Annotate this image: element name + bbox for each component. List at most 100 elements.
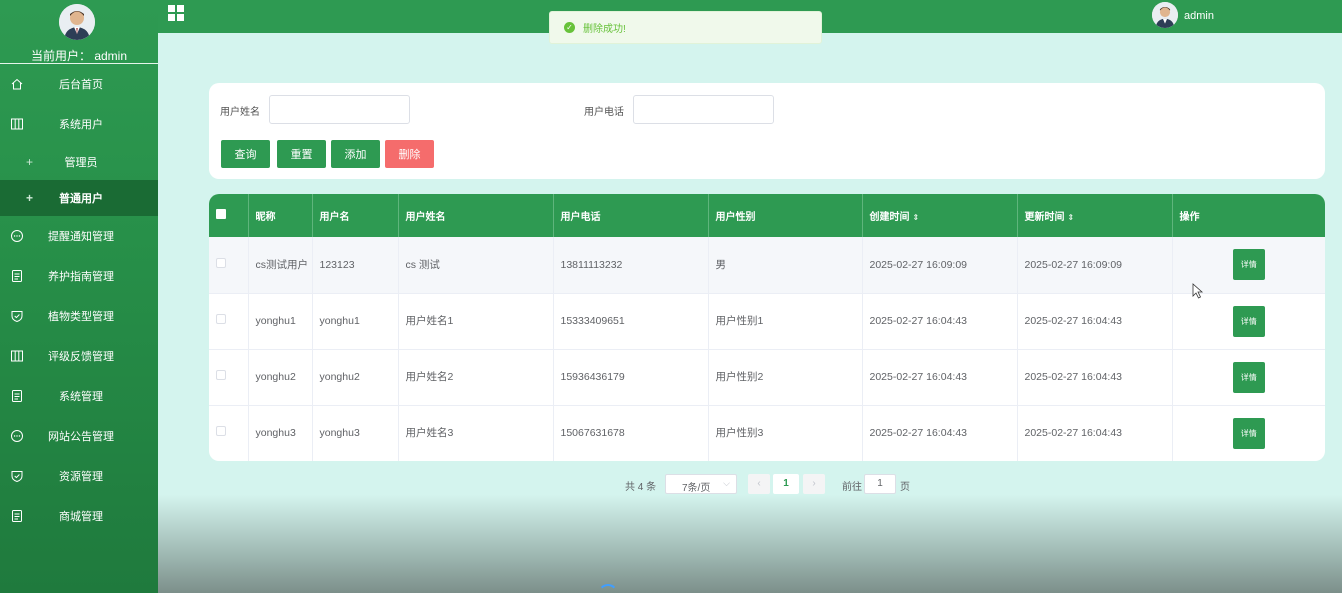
column-header: 用户性别 xyxy=(708,194,863,237)
cell-gender: 用户性别2 xyxy=(708,349,863,405)
cell-nickname: yonghu3 xyxy=(248,405,313,461)
table-row: yonghu2 yonghu2 用户姓名2 15936436179 用户性别2 … xyxy=(209,349,1325,405)
sidebar-item-system-management[interactable]: 系统管理 xyxy=(0,378,158,414)
reset-button[interactable]: 重置 xyxy=(277,140,326,168)
row-checkbox[interactable] xyxy=(216,370,226,380)
prev-page-button[interactable]: ‹ xyxy=(748,474,770,494)
sidebar-item-label: 植物类型管理 xyxy=(48,311,114,323)
sidebar-item-label: 系统用户 xyxy=(59,119,103,131)
updated-time-header[interactable]: 更新时间 ⇕ xyxy=(1017,194,1173,237)
sidebar-item-care-guide[interactable]: 养护指南管理 xyxy=(0,258,158,294)
cell-updated: 2025-02-27 16:04:43 xyxy=(1017,293,1173,349)
cell-realname: 用户姓名2 xyxy=(398,349,554,405)
cell-nickname: cs测试用户 xyxy=(248,237,313,293)
phone-label: 用户电话 xyxy=(584,107,624,118)
detail-button[interactable]: 详情 xyxy=(1232,361,1265,393)
chevron-down-icon: ⌵ xyxy=(723,478,730,488)
cell-created: 2025-02-27 16:04:43 xyxy=(862,349,1018,405)
column-header: 用户姓名 xyxy=(398,194,554,237)
name-input[interactable] xyxy=(269,95,410,124)
delete-button[interactable]: 删除 xyxy=(385,140,434,168)
column-header: 用户名 xyxy=(312,194,399,237)
cell-phone: 13811113232 xyxy=(553,237,709,293)
cell-created: 2025-02-27 16:04:43 xyxy=(862,405,1018,461)
phone-input[interactable] xyxy=(633,95,774,124)
page-size-value: 7条/页 xyxy=(682,483,711,494)
sidebar-item-shop[interactable]: 商城管理 xyxy=(0,498,158,534)
table-row: yonghu1 yonghu1 用户姓名1 15333409651 用户性别1 … xyxy=(209,293,1325,349)
menu-grid-icon[interactable] xyxy=(168,5,184,21)
cell-username: yonghu2 xyxy=(312,349,399,405)
cell-username: yonghu3 xyxy=(312,405,399,461)
users-table: 昵称 用户名 用户姓名 用户电话 用户性别 创建时间 ⇕ 更新时间 ⇕ 操作 cs测… xyxy=(209,194,1325,461)
page-number-current[interactable]: 1 xyxy=(773,474,799,494)
sidebar-item-label: 普通用户 xyxy=(59,193,103,205)
select-all-header[interactable] xyxy=(209,194,249,237)
sidebar-item-feedback[interactable]: 评级反馈管理 xyxy=(0,338,158,374)
avatar[interactable] xyxy=(59,4,95,40)
sidebar-item-plant-types[interactable]: 植物类型管理 xyxy=(0,298,158,334)
created-time-header[interactable]: 创建时间 ⇕ xyxy=(862,194,1018,237)
cell-nickname: yonghu2 xyxy=(248,349,313,405)
column-header: 昵称 xyxy=(248,194,313,237)
table-row: yonghu3 yonghu3 用户姓名3 15067631678 用户性别3 … xyxy=(209,405,1325,461)
column-header-label: 创建时间 xyxy=(869,212,910,223)
sidebar-item-label: 提醒通知管理 xyxy=(48,231,114,243)
sidebar: 当前用户： admin 后台首页 系统用户 + 管理员 + 普通用户 提醒通知管… xyxy=(0,0,158,593)
page-suffix: 页 xyxy=(900,482,910,493)
column-header: 操作 xyxy=(1179,212,1200,223)
row-checkbox[interactable] xyxy=(216,257,226,268)
sidebar-item-label: 评级反馈管理 xyxy=(48,351,114,363)
sort-icon[interactable]: ⇕ xyxy=(913,213,920,222)
page-size-select[interactable]: 7条/页 ⌵ xyxy=(665,474,737,494)
table-header-row: 昵称 用户名 用户姓名 用户电话 用户性别 创建时间 ⇕ 更新时间 ⇕ 操作 xyxy=(209,194,1325,237)
sidebar-item-label: 网站公告管理 xyxy=(48,431,114,443)
name-label: 用户姓名 xyxy=(220,107,260,118)
row-checkbox[interactable] xyxy=(216,426,226,437)
cell-phone: 15067631678 xyxy=(553,405,709,461)
add-button[interactable]: 添加 xyxy=(331,140,380,168)
row-checkbox[interactable] xyxy=(216,314,226,324)
mouse-cursor-icon xyxy=(1192,283,1204,299)
cell-realname: 用户姓名3 xyxy=(398,405,554,461)
cell-nickname: yonghu1 xyxy=(248,293,313,349)
cell-updated: 2025-02-27 16:09:09 xyxy=(1017,237,1173,293)
cell-created: 2025-02-27 16:04:43 xyxy=(862,293,1018,349)
sidebar-item-label: 后台首页 xyxy=(59,79,103,91)
sidebar-item-reminders[interactable]: 提醒通知管理 xyxy=(0,218,158,254)
cell-phone: 15936436179 xyxy=(553,349,709,405)
goto-label: 前往 xyxy=(842,482,862,493)
select-all-checkbox[interactable] xyxy=(216,209,226,219)
next-page-button[interactable]: › xyxy=(803,474,825,494)
sidebar-item-normal-users[interactable]: + 普通用户 xyxy=(0,180,158,216)
cell-updated: 2025-02-27 16:04:43 xyxy=(1017,405,1173,461)
detail-button[interactable]: 详情 xyxy=(1232,305,1265,337)
sidebar-header: 当前用户： admin xyxy=(0,0,158,64)
cell-username: yonghu1 xyxy=(312,293,399,349)
cell-username: 123123 xyxy=(312,237,399,293)
avatar[interactable] xyxy=(1152,2,1178,28)
topbar-username[interactable]: admin xyxy=(1184,10,1214,22)
sidebar-item-announcements[interactable]: 网站公告管理 xyxy=(0,418,158,454)
query-button[interactable]: 查询 xyxy=(221,140,270,168)
search-panel: 用户姓名 用户电话 查询 重置 添加 删除 xyxy=(209,83,1325,179)
toast-message: 删除成功! xyxy=(583,24,626,35)
cell-realname: 用户姓名1 xyxy=(398,293,554,349)
cell-gender: 男 xyxy=(708,237,863,293)
column-header: 用户电话 xyxy=(553,194,709,237)
sidebar-item-admin[interactable]: + 管理员 xyxy=(0,144,158,180)
detail-button[interactable]: 详情 xyxy=(1232,417,1265,449)
sidebar-item-label: 养护指南管理 xyxy=(48,271,114,283)
goto-page-input[interactable]: 1 xyxy=(864,474,896,494)
column-header-label: 更新时间 xyxy=(1024,212,1065,223)
current-user-label: 当前用户： admin xyxy=(30,49,128,63)
cell-updated: 2025-02-27 16:04:43 xyxy=(1017,349,1173,405)
sidebar-item-label: 管理员 xyxy=(64,157,98,169)
sidebar-item-system-users[interactable]: 系统用户 xyxy=(0,106,158,142)
sidebar-item-home[interactable]: 后台首页 xyxy=(0,66,158,102)
bottom-gradient xyxy=(158,495,1342,593)
sort-icon[interactable]: ⇕ xyxy=(1068,213,1075,222)
detail-button[interactable]: 详情 xyxy=(1232,249,1265,281)
check-circle-icon: ✓ xyxy=(564,22,575,33)
table-row: cs测试用户 123123 cs 测试 13811113232 男 2025-0… xyxy=(209,237,1325,293)
